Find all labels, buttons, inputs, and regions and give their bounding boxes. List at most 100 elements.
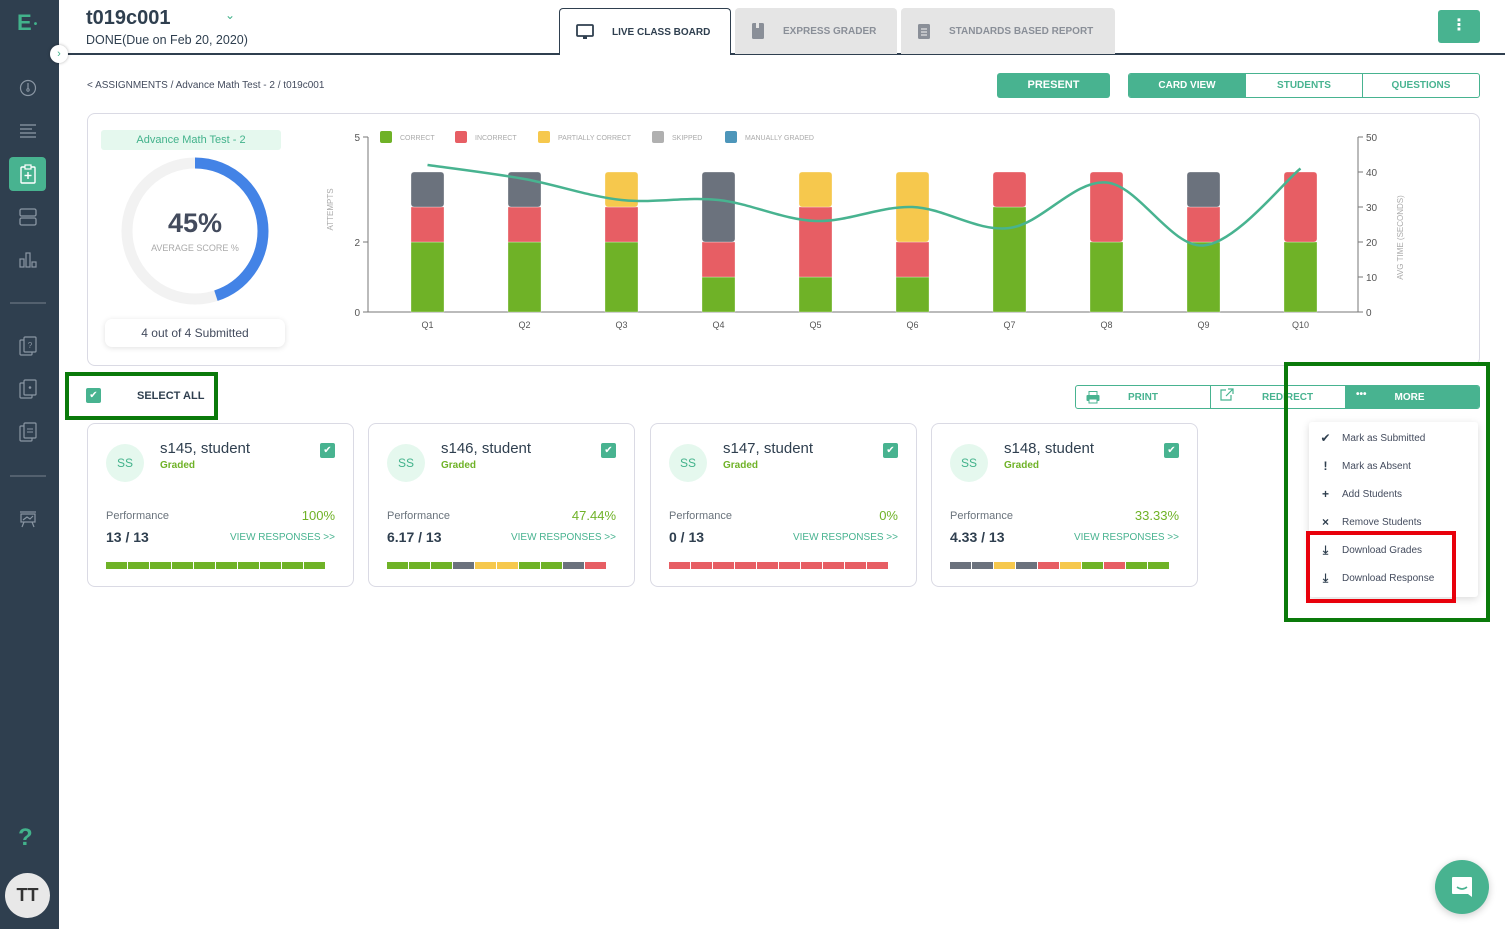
response-bar-correct	[172, 562, 193, 569]
questions-view-button[interactable]: QUESTIONS	[1362, 74, 1479, 97]
response-bar-incorrect	[845, 562, 866, 569]
bar-segment-incorrect	[992, 171, 1027, 208]
menu-item-mark-as-absent[interactable]: ! Mark as Absent	[1309, 456, 1478, 476]
response-bar-skipped	[950, 562, 971, 569]
external-link-icon	[1220, 387, 1234, 401]
bar-segment-correct	[410, 241, 445, 313]
student-score: 6.17 / 13	[387, 529, 442, 545]
printer-icon	[1086, 390, 1100, 403]
print-label: PRINT	[1128, 391, 1158, 403]
x-tick-label: Q7	[1003, 320, 1015, 330]
ellipsis-icon: •••	[1356, 388, 1367, 400]
average-score-label: AVERAGE SCORE %	[151, 243, 239, 253]
view-responses-link[interactable]: VIEW RESPONSES >>	[230, 532, 335, 543]
sidebar-item-dashboard[interactable]	[9, 71, 46, 105]
chat-icon	[1452, 877, 1472, 897]
response-bar-incorrect	[867, 562, 888, 569]
y2-axis-title: AVG TIME (SECONDS)	[1396, 195, 1405, 280]
sidebar-item-item-bank[interactable]: ?	[9, 329, 46, 363]
stack-icon	[18, 208, 37, 226]
sidebar-item-presentation[interactable]	[9, 502, 46, 536]
menu-item-download-response[interactable]: ⤓ Download Response	[1309, 568, 1478, 588]
student-status: Graded	[1004, 460, 1040, 471]
redirect-button[interactable]: REDIRECT	[1210, 386, 1345, 408]
view-responses-link[interactable]: VIEW RESPONSES >>	[793, 532, 898, 543]
chevron-down-icon[interactable]: ⌄	[225, 8, 235, 22]
student-name[interactable]: s148, student	[1004, 440, 1094, 457]
response-bar-incorrect	[779, 562, 800, 569]
menu-item-add-students[interactable]: + Add Students	[1309, 484, 1478, 504]
docs-dot-icon	[18, 379, 37, 399]
help-icon[interactable]: ?	[18, 824, 33, 852]
response-bar-correct	[128, 562, 149, 569]
more-button[interactable]: ••• MORE	[1345, 386, 1479, 408]
student-checkbox[interactable]: ✔	[320, 443, 335, 458]
x-tick-label: Q1	[421, 320, 433, 330]
student-status: Graded	[441, 460, 477, 471]
bar-segment-correct	[992, 206, 1027, 313]
response-bar-correct	[282, 562, 303, 569]
sidebar-item-playlists[interactable]	[9, 415, 46, 449]
select-all[interactable]: ✔ SELECT ALL	[86, 388, 204, 403]
student-checkbox[interactable]: ✔	[601, 443, 616, 458]
student-card[interactable]: SS s146, student Graded ✔ Performance 47…	[368, 423, 635, 587]
sidebar-expand-button[interactable]: ›	[50, 45, 68, 63]
more-options-button[interactable]: ⋮	[1438, 10, 1480, 43]
tab-standards-based-report[interactable]: STANDARDS BASED REPORT	[901, 8, 1115, 54]
response-bar-partial	[497, 562, 518, 569]
response-bar-partial	[1060, 562, 1081, 569]
view-responses-link[interactable]: VIEW RESPONSES >>	[1074, 532, 1179, 543]
student-checkbox[interactable]: ✔	[1164, 443, 1179, 458]
sidebar-item-test-library[interactable]	[9, 372, 46, 406]
bar-chart-icon	[18, 252, 37, 268]
sidebar-item-groups[interactable]	[9, 200, 46, 234]
assignment-title: t019c001	[86, 7, 171, 29]
student-name[interactable]: s146, student	[441, 440, 531, 457]
response-bar-correct	[541, 562, 562, 569]
student-checkbox[interactable]: ✔	[883, 443, 898, 458]
menu-item-mark-as-submitted[interactable]: ✔ Mark as Submitted	[1309, 428, 1478, 448]
response-bar-skipped	[1016, 562, 1037, 569]
user-avatar[interactable]: TT	[5, 873, 50, 918]
select-all-checkbox[interactable]: ✔	[86, 388, 101, 403]
response-bar-correct	[238, 562, 259, 569]
tab-label: STANDARDS BASED REPORT	[949, 25, 1094, 37]
student-name[interactable]: s145, student	[160, 440, 250, 457]
sidebar-item-reports[interactable]	[9, 243, 46, 277]
student-name[interactable]: s147, student	[723, 440, 813, 457]
student-status: Graded	[160, 460, 196, 471]
tab-express-grader[interactable]: EXPRESS GRADER	[735, 8, 897, 54]
menu-item-download-grades[interactable]: ⤓ Download Grades	[1309, 540, 1478, 560]
response-bar-skipped	[453, 562, 474, 569]
response-bar-skipped	[563, 562, 584, 569]
present-button[interactable]: PRESENT	[997, 73, 1110, 98]
tab-live-class-board[interactable]: LIVE CLASS BOARD	[559, 8, 731, 55]
bar-segment-incorrect	[507, 206, 542, 243]
sidebar-item-assignments[interactable]	[9, 157, 46, 191]
student-card[interactable]: SS s145, student Graded ✔ Performance 10…	[87, 423, 354, 587]
actions-bar: PRINT REDIRECT ••• MORE	[1075, 385, 1480, 409]
menu-item-label: Mark as Absent	[1342, 460, 1411, 472]
y2-tick-label: 40	[1366, 168, 1378, 179]
card-view-button[interactable]: CARD VIEW	[1129, 74, 1245, 97]
print-button[interactable]: PRINT	[1076, 386, 1210, 408]
menu-item-remove-students[interactable]: × Remove Students	[1309, 512, 1478, 532]
chat-widget-button[interactable]	[1435, 860, 1489, 914]
app-logo[interactable]: E •	[17, 10, 37, 36]
bar-segment-skipped	[410, 171, 445, 208]
student-card[interactable]: SS s148, student Graded ✔ Performance 33…	[931, 423, 1198, 587]
response-bar-partial	[994, 562, 1015, 569]
sidebar-item-list[interactable]	[9, 114, 46, 148]
student-card[interactable]: SS s147, student Graded ✔ Performance 0%…	[650, 423, 917, 587]
legend-swatch	[380, 131, 392, 143]
view-responses-link[interactable]: VIEW RESPONSES >>	[511, 532, 616, 543]
response-bar-correct	[150, 562, 171, 569]
y-tick-label: 5	[354, 133, 360, 144]
students-view-button[interactable]: STUDENTS	[1245, 74, 1362, 97]
response-bar-incorrect	[713, 562, 734, 569]
legend-label: MANUALLY GRADED	[745, 135, 814, 142]
bar-segment-incorrect	[410, 206, 445, 243]
response-bar-partial	[475, 562, 496, 569]
breadcrumb[interactable]: < ASSIGNMENTS / Advance Math Test - 2 / …	[87, 80, 324, 91]
performance-label: Performance	[387, 510, 450, 522]
